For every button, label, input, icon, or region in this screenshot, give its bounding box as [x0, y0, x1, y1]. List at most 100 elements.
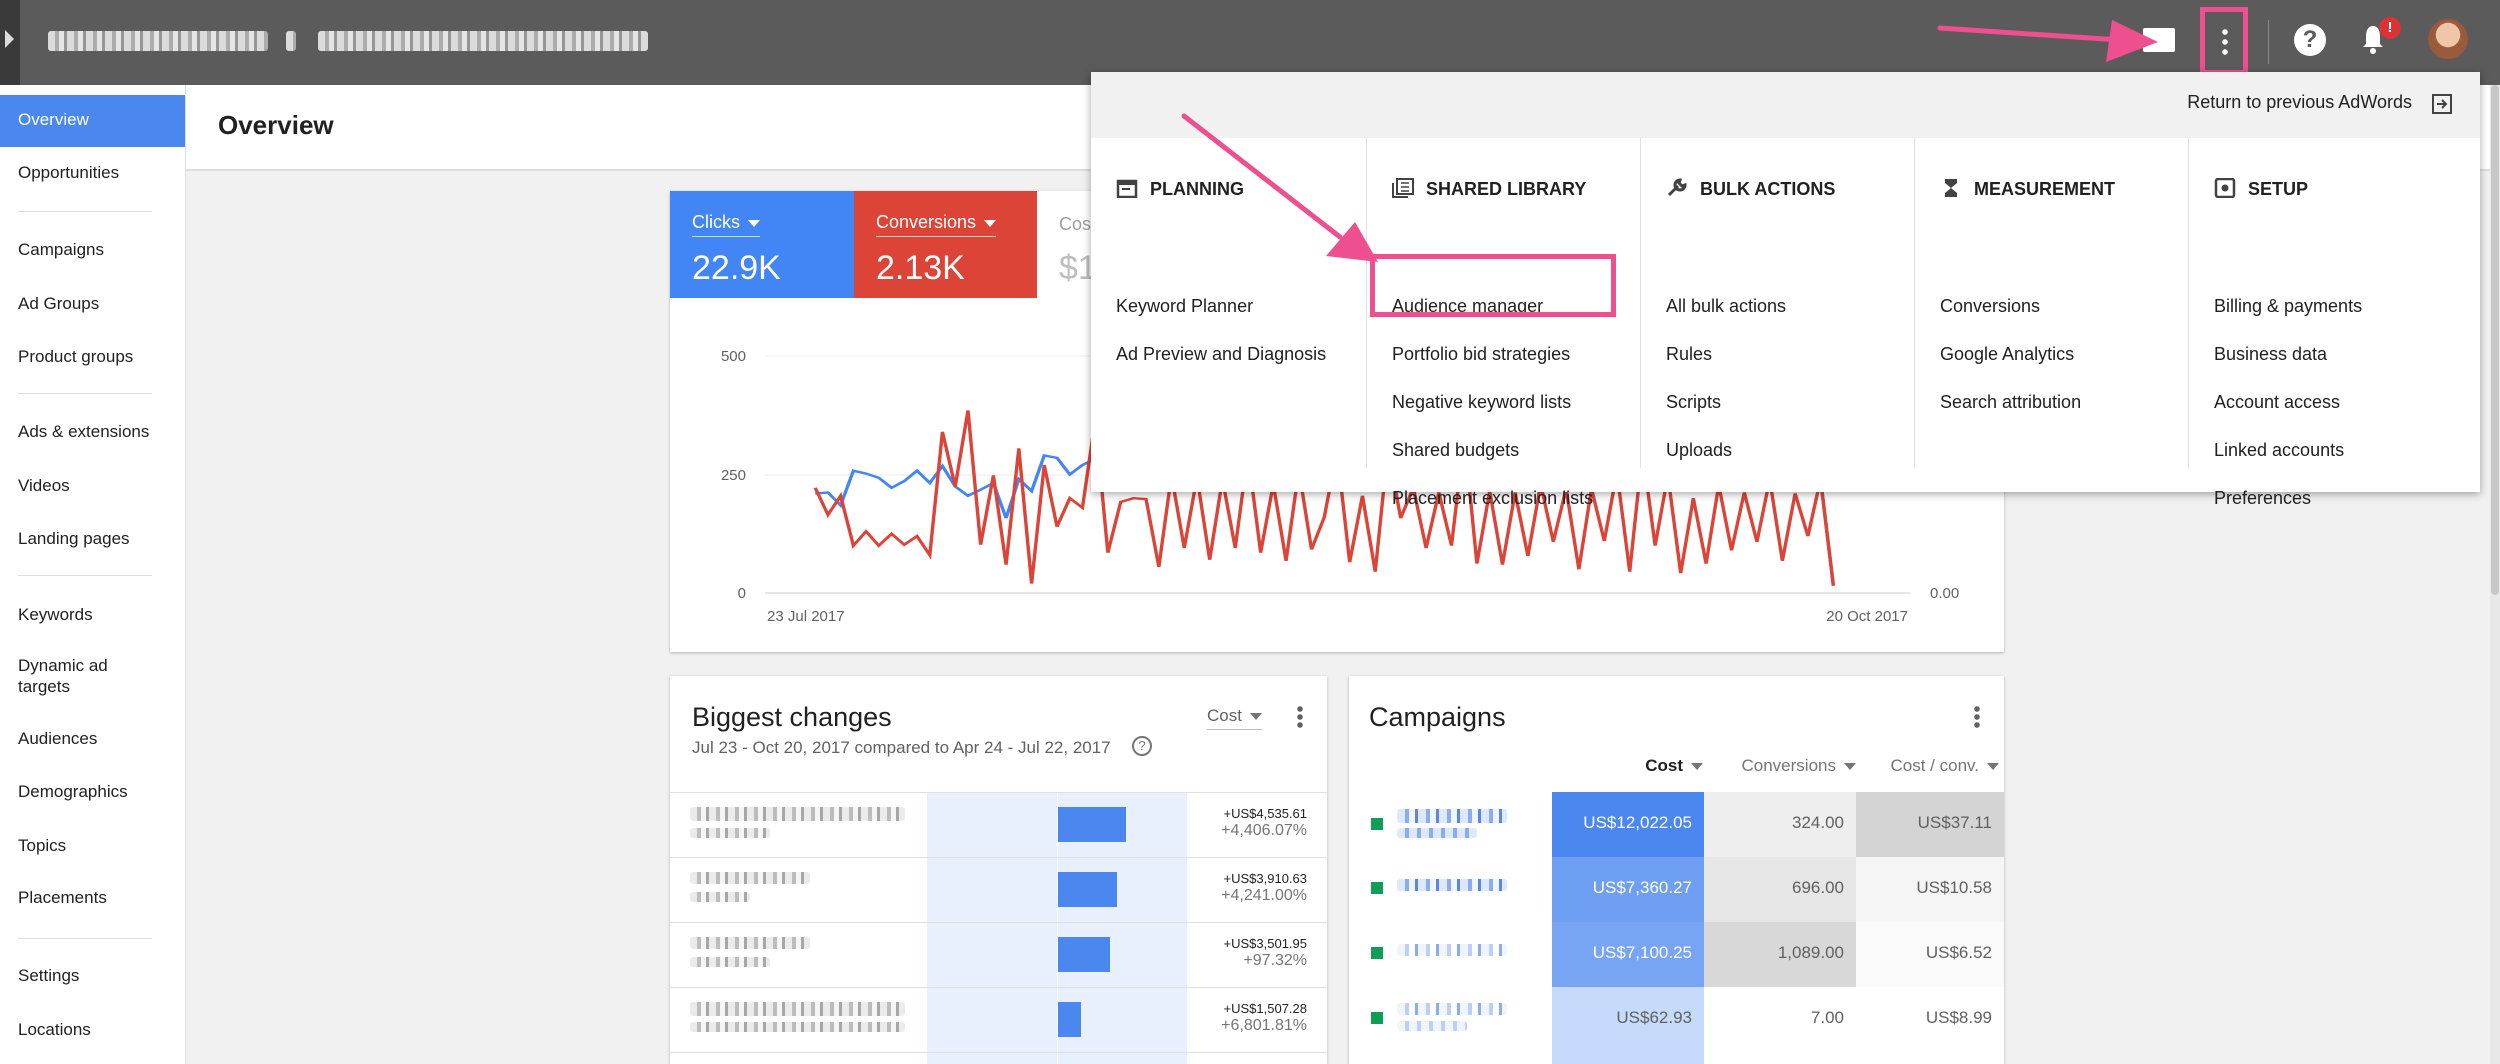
sidebar-item-audiences[interactable]: Audiences: [0, 714, 185, 766]
sidebar-item-landing-pages[interactable]: Landing pages: [0, 514, 185, 566]
menu-link-placement-exclusion-lists[interactable]: Placement exclusion lists: [1392, 488, 1593, 509]
topbar-divider: [2268, 20, 2269, 64]
library-icon: [1392, 178, 1414, 198]
card-title: Biggest changes: [692, 702, 892, 732]
change-amount: +US$4,535.61: [1223, 806, 1307, 821]
cost-value: US$62.93: [1616, 1008, 1692, 1027]
return-to-previous-link[interactable]: Return to previous AdWords: [2187, 92, 2412, 113]
campaign-name-blurred: [1397, 1003, 1507, 1015]
cost-per-conv-value: US$10.58: [1916, 878, 1992, 897]
menu-link-all-bulk-actions[interactable]: All bulk actions: [1666, 296, 1786, 317]
sidebar-item-overview[interactable]: Overview: [0, 95, 185, 147]
entity-name-blurred: [690, 1002, 905, 1016]
sidebar-item-label: Keywords: [18, 605, 93, 624]
sidebar-item-label: Topics: [18, 836, 67, 855]
menu-column-measurement: MEASUREMENT Conversions Google Analytics…: [1914, 138, 2189, 468]
menu-link-conversions[interactable]: Conversions: [1940, 296, 2040, 317]
menu-heading: SETUP: [2214, 178, 2308, 200]
sidebar-item-product-groups[interactable]: Product groups: [0, 332, 185, 384]
menu-link-ad-preview[interactable]: Ad Preview and Diagnosis: [1116, 344, 1326, 365]
row-divider: [670, 792, 1327, 793]
change-bar: [1058, 872, 1117, 907]
menu-link-shared-budgets[interactable]: Shared budgets: [1392, 440, 1519, 461]
menu-link-scripts[interactable]: Scripts: [1666, 392, 1721, 413]
sidebar-item-label: Dynamic ad targets: [18, 656, 108, 696]
menu-heading: SHARED LIBRARY: [1392, 178, 1586, 200]
scrollbar-thumb[interactable]: [2491, 85, 2499, 595]
menu-link-portfolio-bid-strategies[interactable]: Portfolio bid strategies: [1392, 344, 1570, 365]
sidebar-item-label: Placements: [18, 888, 107, 907]
menu-link-rules[interactable]: Rules: [1666, 344, 1712, 365]
cost-per-conv-value: US$37.11: [1917, 813, 1992, 832]
menu-link-billing-payments[interactable]: Billing & payments: [2214, 296, 2362, 317]
row-divider: [670, 987, 1327, 988]
sidebar-item-label: Settings: [18, 966, 80, 985]
right-axis-tick-label: 0.00: [1930, 585, 1959, 602]
campaign-sub-blurred: [1397, 1021, 1467, 1031]
campaign-name-blurred: [1397, 879, 1507, 891]
column-header-conversions[interactable]: Conversions: [1704, 756, 1856, 776]
menu-link-google-analytics[interactable]: Google Analytics: [1940, 344, 2074, 365]
avatar[interactable]: [2428, 19, 2468, 59]
account-id-blurred: [318, 31, 648, 51]
conversions-value: 324.00: [1792, 813, 1844, 832]
sort-arrow-icon: [1844, 763, 1856, 771]
metric-dropdown[interactable]: Cost: [1207, 706, 1262, 730]
menu-heading: BULK ACTIONS: [1666, 178, 1835, 200]
sidebar-item-keywords[interactable]: Keywords: [0, 590, 185, 642]
date-range: Jul 23 - Oct 20, 2017 compared to Apr 24…: [692, 738, 1111, 757]
sidebar-item-topics[interactable]: Topics: [0, 821, 185, 873]
sidebar-item-label: Opportunities: [18, 163, 120, 182]
dropdown-arrow-icon: [1249, 713, 1262, 721]
conversions-value: 1,089.00: [1777, 943, 1844, 962]
campaign-status-icon: [1371, 947, 1383, 959]
change-percent: +97.32%: [1243, 952, 1307, 969]
sidebar-item-placements[interactable]: Placements: [0, 873, 185, 925]
sidebar-divider: [18, 393, 152, 394]
menu-link-search-attribution[interactable]: Search attribution: [1940, 392, 2081, 413]
menu-link-business-data[interactable]: Business data: [2214, 344, 2327, 365]
entity-sub-blurred: [690, 957, 770, 967]
sidebar-item-label: Ads & extensions: [18, 422, 150, 441]
column-header-cost[interactable]: Cost: [1549, 756, 1703, 776]
more-options-icon[interactable]: [1297, 705, 1303, 729]
menu-link-account-access[interactable]: Account access: [2214, 392, 2340, 413]
mail-icon[interactable]: [2143, 28, 2175, 52]
sidebar-item-demographics[interactable]: Demographics: [0, 767, 185, 819]
menu-link-uploads[interactable]: Uploads: [1666, 440, 1732, 461]
sidebar-item-ad-groups[interactable]: Ad Groups: [0, 279, 185, 331]
sidebar-item-videos[interactable]: Videos: [0, 461, 185, 513]
sidebar-item-campaigns[interactable]: Campaigns: [0, 225, 185, 277]
card-title: Campaigns: [1369, 702, 1506, 732]
expand-caret-icon[interactable]: [5, 30, 14, 48]
menu-link-negative-keyword-lists[interactable]: Negative keyword lists: [1392, 392, 1571, 413]
sidebar-divider: [18, 211, 152, 212]
menu-link-keyword-planner[interactable]: Keyword Planner: [1116, 296, 1253, 317]
change-amount: +US$3,910.63: [1223, 871, 1307, 886]
change-percent: +4,406.07%: [1221, 822, 1307, 839]
more-options-icon[interactable]: [1974, 705, 1980, 729]
sidebar-item-locations[interactable]: Locations: [0, 1005, 185, 1057]
column-header-cost-per-conv[interactable]: Cost / conv.: [1856, 756, 1999, 776]
row-divider: [670, 1052, 1327, 1053]
y-tick-label: 0: [738, 585, 746, 602]
cost-per-conv-value: US$8.99: [1925, 1008, 1992, 1027]
menu-link-linked-accounts[interactable]: Linked accounts: [2214, 440, 2344, 461]
expand-strip[interactable]: [0, 0, 20, 85]
menu-link-preferences[interactable]: Preferences: [2214, 488, 2311, 509]
calendar-icon: [1116, 179, 1138, 198]
exit-icon[interactable]: [2430, 92, 2454, 116]
page-scrollbar[interactable]: [2490, 85, 2500, 1064]
change-bar: [1058, 1002, 1081, 1037]
conversions-value: 696.00: [1792, 878, 1844, 897]
sidebar-item-settings[interactable]: Settings: [0, 951, 185, 1003]
sidebar-item-ads-extensions[interactable]: Ads & extensions: [0, 407, 185, 459]
sidebar-item-opportunities[interactable]: Opportunities: [0, 148, 185, 200]
help-icon[interactable]: ?: [2294, 24, 2326, 56]
sidebar-item-dynamic-ad-targets[interactable]: Dynamic ad targets: [0, 641, 185, 703]
sidebar-item-label: Videos: [18, 476, 70, 495]
account-name-blurred: [48, 31, 268, 51]
help-circle-icon[interactable]: ?: [1132, 736, 1152, 756]
sidebar-divider: [18, 938, 152, 939]
x-tick-start: 23 Jul 2017: [767, 608, 845, 625]
